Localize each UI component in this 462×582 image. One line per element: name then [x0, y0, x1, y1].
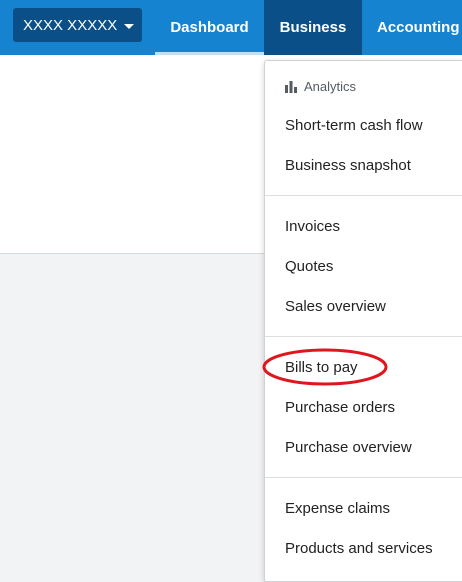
- menu-item-expense-claims[interactable]: Expense claims: [285, 500, 390, 517]
- bar-chart-icon: [285, 80, 297, 93]
- menu-item-sales-overview[interactable]: Sales overview: [285, 298, 386, 315]
- analytics-section-heading: Analytics: [285, 79, 356, 94]
- tab-dashboard[interactable]: Dashboard: [155, 0, 264, 55]
- menu-item-quotes[interactable]: Quotes: [285, 258, 333, 275]
- menu-divider: [265, 477, 462, 478]
- menu-item-short-term-cash-flow[interactable]: Short-term cash flow: [285, 117, 423, 134]
- tab-accounting-label: Accounting: [377, 19, 460, 36]
- caret-down-icon: [124, 23, 135, 29]
- tab-business[interactable]: Business: [264, 0, 362, 55]
- tab-business-label: Business: [279, 19, 347, 36]
- menu-item-bills-to-pay[interactable]: Bills to pay: [285, 359, 358, 376]
- tab-accounting[interactable]: Accounting: [362, 0, 462, 55]
- menu-item-invoices[interactable]: Invoices: [285, 218, 340, 235]
- menu-item-purchase-overview[interactable]: Purchase overview: [285, 439, 412, 456]
- menu-divider: [265, 195, 462, 196]
- business-dropdown-menu: Analytics Short-term cash flow Business …: [264, 60, 462, 582]
- tab-dashboard-label: Dashboard: [170, 19, 249, 36]
- menu-item-purchase-orders[interactable]: Purchase orders: [285, 399, 395, 416]
- menu-divider: [265, 336, 462, 337]
- menu-item-products-and-services[interactable]: Products and services: [285, 540, 433, 557]
- org-switcher-button[interactable]: XXXX XXXXX: [13, 8, 142, 42]
- menu-item-business-snapshot[interactable]: Business snapshot: [285, 157, 411, 174]
- analytics-heading-label: Analytics: [304, 79, 357, 94]
- org-name: XXXX XXXXX: [23, 16, 118, 34]
- top-nav-bar: XXXX XXXXX Dashboard Business Accounting: [0, 0, 462, 55]
